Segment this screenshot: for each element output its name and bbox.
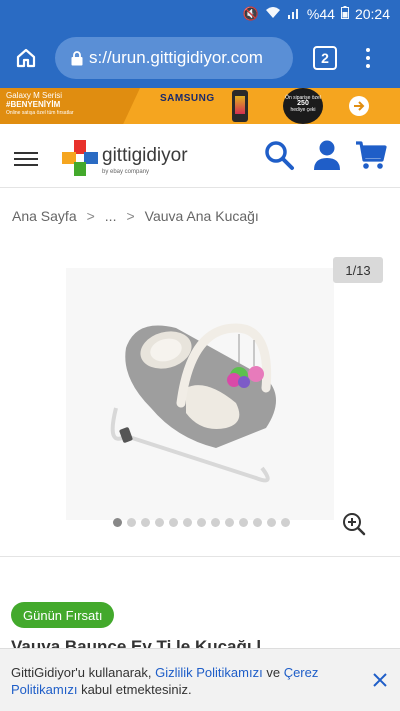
- logo-mark-icon: [62, 140, 98, 176]
- banner-line1: Galaxy M Serisi: [6, 91, 63, 100]
- pagination-dot[interactable]: [281, 518, 290, 527]
- logo-subtitle: by ebay company: [102, 169, 150, 175]
- search-button[interactable]: [263, 139, 295, 176]
- zoom-in-icon: [343, 513, 366, 536]
- wifi-icon: [265, 6, 281, 22]
- pagination-dot[interactable]: [197, 518, 206, 527]
- baby-bouncer-image: [66, 268, 334, 520]
- battery-icon: [340, 6, 349, 22]
- site-logo[interactable]: gittigidiyor by ebay company: [60, 136, 200, 180]
- breadcrumb-separator: >: [126, 208, 135, 224]
- cookie-text: kabul etmektesiniz.: [77, 682, 192, 697]
- gallery-pagination: [113, 518, 290, 527]
- phone-image: [232, 90, 248, 122]
- clock: 20:24: [354, 6, 390, 22]
- hamburger-menu-icon[interactable]: [14, 152, 38, 166]
- user-icon: [314, 140, 340, 170]
- mute-icon: 🔇: [242, 6, 259, 21]
- zoom-button[interactable]: [336, 506, 372, 542]
- product-image[interactable]: [66, 268, 334, 520]
- pagination-dot[interactable]: [225, 518, 234, 527]
- pagination-dot[interactable]: [239, 518, 248, 527]
- pagination-dot[interactable]: [155, 518, 164, 527]
- pagination-dot[interactable]: [127, 518, 136, 527]
- product-gallery[interactable]: 1/13: [0, 240, 400, 550]
- pagination-dot[interactable]: [267, 518, 276, 527]
- status-bar: 🔇 %44 20:24: [0, 0, 400, 28]
- breadcrumb: Ana Sayfa > ... > Vauva Ana Kucağı: [12, 208, 259, 224]
- breadcrumb-separator: >: [86, 208, 95, 224]
- home-icon: [16, 48, 36, 68]
- close-icon[interactable]: [370, 670, 390, 690]
- image-counter: 1/13: [333, 257, 383, 283]
- pagination-dot[interactable]: [183, 518, 192, 527]
- deal-of-day-badge: Günün Fırsatı: [11, 602, 115, 628]
- url-text: s://urun.gittigidiyor.com: [89, 48, 263, 67]
- privacy-policy-link[interactable]: Gizlilik Politikamızı: [155, 665, 263, 680]
- browser-toolbar: s://urun.gittigidiyor.com 2: [0, 28, 400, 88]
- cookie-text: GittiGidiyor'u kullanarak,: [11, 665, 156, 680]
- pagination-dot[interactable]: [211, 518, 220, 527]
- banner-brand: SAMSUNG: [160, 93, 215, 104]
- address-bar[interactable]: s://urun.gittigidiyor.com: [55, 37, 293, 79]
- cart-button[interactable]: [355, 139, 387, 176]
- pagination-dot[interactable]: [169, 518, 178, 527]
- browser-menu-button[interactable]: [358, 42, 378, 74]
- tab-switcher-button[interactable]: 2: [313, 46, 337, 70]
- banner-line2: #BENYENİYİM: [6, 100, 61, 109]
- cart-icon: [356, 141, 387, 169]
- breadcrumb-home[interactable]: Ana Sayfa: [12, 208, 77, 224]
- promo-banner[interactable]: Galaxy M Serisi #BENYENİYİM Online satış…: [0, 88, 400, 124]
- search-icon: [265, 141, 294, 170]
- banner-offer-badge: Ön siparişe özel 250 hediye çeki: [283, 88, 323, 124]
- lock-icon: [71, 50, 83, 66]
- breadcrumb-ellipsis[interactable]: ...: [105, 208, 117, 224]
- cookie-text: ve: [262, 665, 284, 680]
- arrow-right-icon[interactable]: [349, 96, 369, 116]
- site-header: gittigidiyor by ebay company: [0, 124, 400, 188]
- pagination-dot[interactable]: [253, 518, 262, 527]
- banner-campaign-text: Galaxy M Serisi #BENYENİYİM Online satış…: [0, 88, 140, 124]
- logo-wordmark: gittigidiyor: [102, 145, 188, 166]
- account-button[interactable]: [313, 139, 341, 176]
- signal-icon: [287, 7, 301, 22]
- battery-percent: %44: [306, 6, 335, 22]
- badge-line3: hediye çeki: [290, 107, 316, 113]
- cookie-notice: GittiGidiyor'u kullanarak, Gizlilik Poli…: [0, 648, 400, 711]
- pagination-dot[interactable]: [141, 518, 150, 527]
- pagination-dot[interactable]: [113, 518, 122, 527]
- banner-line3: Online satışa özel tüm fırsatlar: [6, 110, 74, 116]
- breadcrumb-current[interactable]: Vauva Ana Kucağı: [145, 208, 259, 224]
- section-divider: [0, 556, 400, 557]
- home-button[interactable]: [0, 28, 52, 88]
